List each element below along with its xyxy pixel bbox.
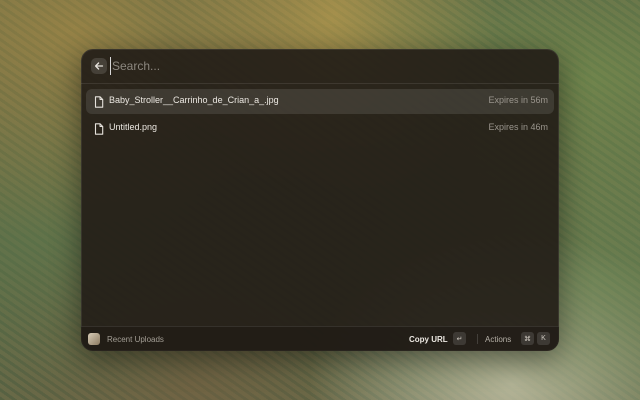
return-key-icon: ↵: [453, 332, 466, 345]
file-name: Untitled.png: [109, 122, 158, 132]
expiry-label: Expires in 56m: [488, 95, 548, 105]
divider: [477, 334, 478, 344]
search-input[interactable]: [110, 57, 532, 75]
search-bar: [81, 49, 559, 84]
action-bar: Recent Uploads Copy URL ↵ Actions ⌘ K: [81, 326, 559, 351]
back-button[interactable]: [91, 58, 107, 74]
document-icon: [94, 95, 104, 113]
k-key-icon: K: [537, 332, 550, 345]
list-item[interactable]: Baby_Stroller__Carrinho_de_Crian_a_.jpg …: [86, 89, 554, 114]
upload-list: Baby_Stroller__Carrinho_de_Crian_a_.jpg …: [86, 89, 554, 143]
extension-name: Recent Uploads: [107, 335, 164, 344]
list-item[interactable]: Untitled.png Expires in 46m: [86, 116, 554, 141]
arrow-left-icon: [94, 62, 104, 70]
recent-uploads-app-icon: [88, 333, 100, 345]
expiry-label: Expires in 46m: [488, 122, 548, 132]
actions-button[interactable]: Actions: [485, 335, 511, 344]
command-key-icon: ⌘: [521, 332, 534, 345]
copy-url-button[interactable]: Copy URL: [409, 335, 448, 344]
document-icon: [94, 122, 104, 140]
file-name: Baby_Stroller__Carrinho_de_Crian_a_.jpg: [109, 95, 279, 105]
launcher-window: Baby_Stroller__Carrinho_de_Crian_a_.jpg …: [81, 49, 559, 351]
